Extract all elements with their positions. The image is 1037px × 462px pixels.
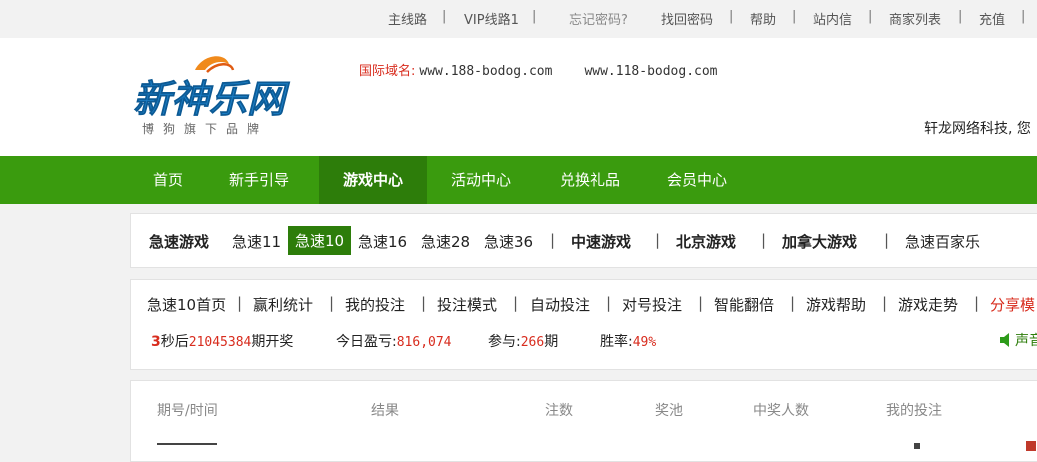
- divider: |: [1021, 9, 1026, 24]
- nav-game-center[interactable]: 游戏中心: [319, 156, 427, 204]
- row-status-icon: [1026, 441, 1036, 451]
- divider: |: [550, 231, 556, 249]
- submenu-share-mode[interactable]: 分享模: [990, 294, 1035, 315]
- submenu-home[interactable]: 急速10首页: [147, 294, 226, 315]
- recharge-link[interactable]: 充值: [979, 9, 1005, 28]
- divider: |: [606, 294, 612, 312]
- col-bet-count: 注数: [545, 403, 573, 419]
- divider: |: [729, 9, 734, 24]
- divider: |: [442, 9, 447, 24]
- submenu-game-trend[interactable]: 游戏走势: [898, 294, 958, 315]
- submenu-bet-mode[interactable]: 投注模式: [437, 294, 497, 315]
- game-fast-11[interactable]: 急速11: [232, 231, 281, 252]
- nav-home[interactable]: 首页: [135, 156, 201, 204]
- nav-activity-center[interactable]: 活动中心: [436, 156, 526, 204]
- draw-countdown: 3秒后21045384期开奖: [151, 331, 293, 351]
- category-beijing-games[interactable]: 北京游戏: [676, 231, 736, 252]
- col-result: 结果: [371, 403, 399, 419]
- participation-unit: 期: [544, 334, 559, 350]
- divider: |: [884, 231, 890, 249]
- participation-value: 266: [520, 335, 545, 350]
- category-canada-games[interactable]: 加拿大游戏: [782, 231, 857, 252]
- divider: |: [421, 294, 427, 312]
- col-my-bet: 我的投注: [886, 403, 942, 419]
- divider: |: [698, 294, 704, 312]
- nav-member-center[interactable]: 会员中心: [652, 156, 742, 204]
- col-prize-pool: 奖池: [655, 403, 683, 419]
- category-fast-games[interactable]: 急速游戏: [149, 231, 209, 252]
- game-submenu-panel: 急速10首页 | 赢利统计 | 我的投注 | 投注模式 | 自动投注 | 对号投…: [130, 279, 1037, 370]
- participation-label: 参与:: [488, 334, 521, 350]
- divider: |: [761, 231, 767, 249]
- game-fast-36[interactable]: 急速36: [484, 231, 533, 252]
- game-fast-10[interactable]: 急速10: [288, 226, 352, 255]
- logo-graphic: 新神乐网: [133, 56, 290, 121]
- game-fast-16[interactable]: 急速16: [358, 231, 407, 252]
- inbox-link[interactable]: 站内信: [813, 9, 852, 28]
- nav-exchange-gifts[interactable]: 兑换礼品: [545, 156, 635, 204]
- submenu-number-bet[interactable]: 对号投注: [622, 294, 682, 315]
- countdown-suffix: 秒后: [160, 334, 189, 350]
- divider: |: [790, 294, 796, 312]
- domain-label: 国际域名:: [359, 64, 416, 79]
- today-profit-label: 今日盈亏:: [336, 334, 397, 350]
- win-rate-value: 49%: [632, 335, 657, 350]
- today-profit-value: 816,074: [396, 335, 452, 350]
- col-winners: 中奖人数: [753, 403, 809, 419]
- divider: |: [532, 9, 537, 24]
- divider: |: [237, 294, 243, 312]
- table-row: [157, 443, 217, 451]
- divider: |: [792, 9, 797, 24]
- game-selector-bar: 急速游戏 急速11 急速10 急速16 急速28 急速36 | 中速游戏 | 北…: [130, 213, 1037, 268]
- divider: |: [329, 294, 335, 312]
- main-line-link[interactable]: 主线路: [388, 9, 427, 28]
- main-nav: 首页 新手引导 游戏中心 活动中心 兑换礼品 会员中心: [0, 156, 1037, 204]
- submenu-auto-bet[interactable]: 自动投注: [530, 294, 590, 315]
- submenu-my-bets[interactable]: 我的投注: [345, 294, 405, 315]
- win-rate: 胜率:49%: [600, 331, 656, 351]
- period-number: 21045384: [188, 335, 252, 350]
- divider: |: [974, 294, 980, 312]
- sound-toggle[interactable]: 声音: [999, 330, 1037, 350]
- logo-text: 新神乐网: [133, 77, 290, 121]
- submenu-smart-double[interactable]: 智能翻倍: [714, 294, 774, 315]
- submenu-game-help[interactable]: 游戏帮助: [806, 294, 866, 315]
- col-period-time: 期号/时间: [157, 403, 218, 419]
- sound-label: 声音: [1015, 333, 1037, 349]
- divider: |: [958, 9, 963, 24]
- row-marker: [914, 443, 920, 449]
- category-baccarat[interactable]: 急速百家乐: [905, 231, 980, 252]
- countdown-seconds: 3: [151, 334, 161, 350]
- divider: |: [655, 231, 661, 249]
- company-text: 轩龙网络科技, 您: [924, 121, 1031, 137]
- vip-line-link[interactable]: VIP线路1: [464, 9, 519, 28]
- recover-password-link[interactable]: 找回密码: [661, 9, 713, 28]
- help-link[interactable]: 帮助: [750, 9, 776, 28]
- game-fast-28[interactable]: 急速28: [421, 231, 470, 252]
- domain-info: 国际域名: www.188-bodog.com www.118-bodog.com: [359, 60, 718, 79]
- divider: |: [868, 9, 873, 24]
- submenu-profit-stats[interactable]: 赢利统计: [253, 294, 313, 315]
- today-profit: 今日盈亏:816,074: [336, 331, 452, 351]
- nav-guide[interactable]: 新手引导: [214, 156, 304, 204]
- divider: |: [513, 294, 519, 312]
- logo-subtitle: 博狗旗下品牌: [142, 122, 269, 136]
- win-rate-label: 胜率:: [600, 334, 633, 350]
- speaker-icon: [1000, 333, 1009, 347]
- domain-link-2[interactable]: www.118-bodog.com: [584, 64, 717, 79]
- top-bar: 主线路 | VIP线路1 | 忘记密码? 找回密码 | 帮助 | 站内信 | 商…: [0, 0, 1037, 38]
- results-table: 期号/时间 结果 注数 奖池 中奖人数 我的投注: [130, 380, 1037, 462]
- period-suffix: 期开奖: [251, 334, 294, 350]
- domain-link-1[interactable]: www.188-bodog.com: [419, 64, 552, 79]
- forgot-password-link[interactable]: 忘记密码?: [569, 9, 628, 28]
- divider: |: [882, 294, 888, 312]
- site-header: 新神乐网 博狗旗下品牌 国际域名: www.188-bodog.com www.11…: [0, 38, 1037, 156]
- merchant-list-link[interactable]: 商家列表: [889, 9, 941, 28]
- participation: 参与:266期: [488, 331, 558, 351]
- category-medium-games[interactable]: 中速游戏: [571, 231, 631, 252]
